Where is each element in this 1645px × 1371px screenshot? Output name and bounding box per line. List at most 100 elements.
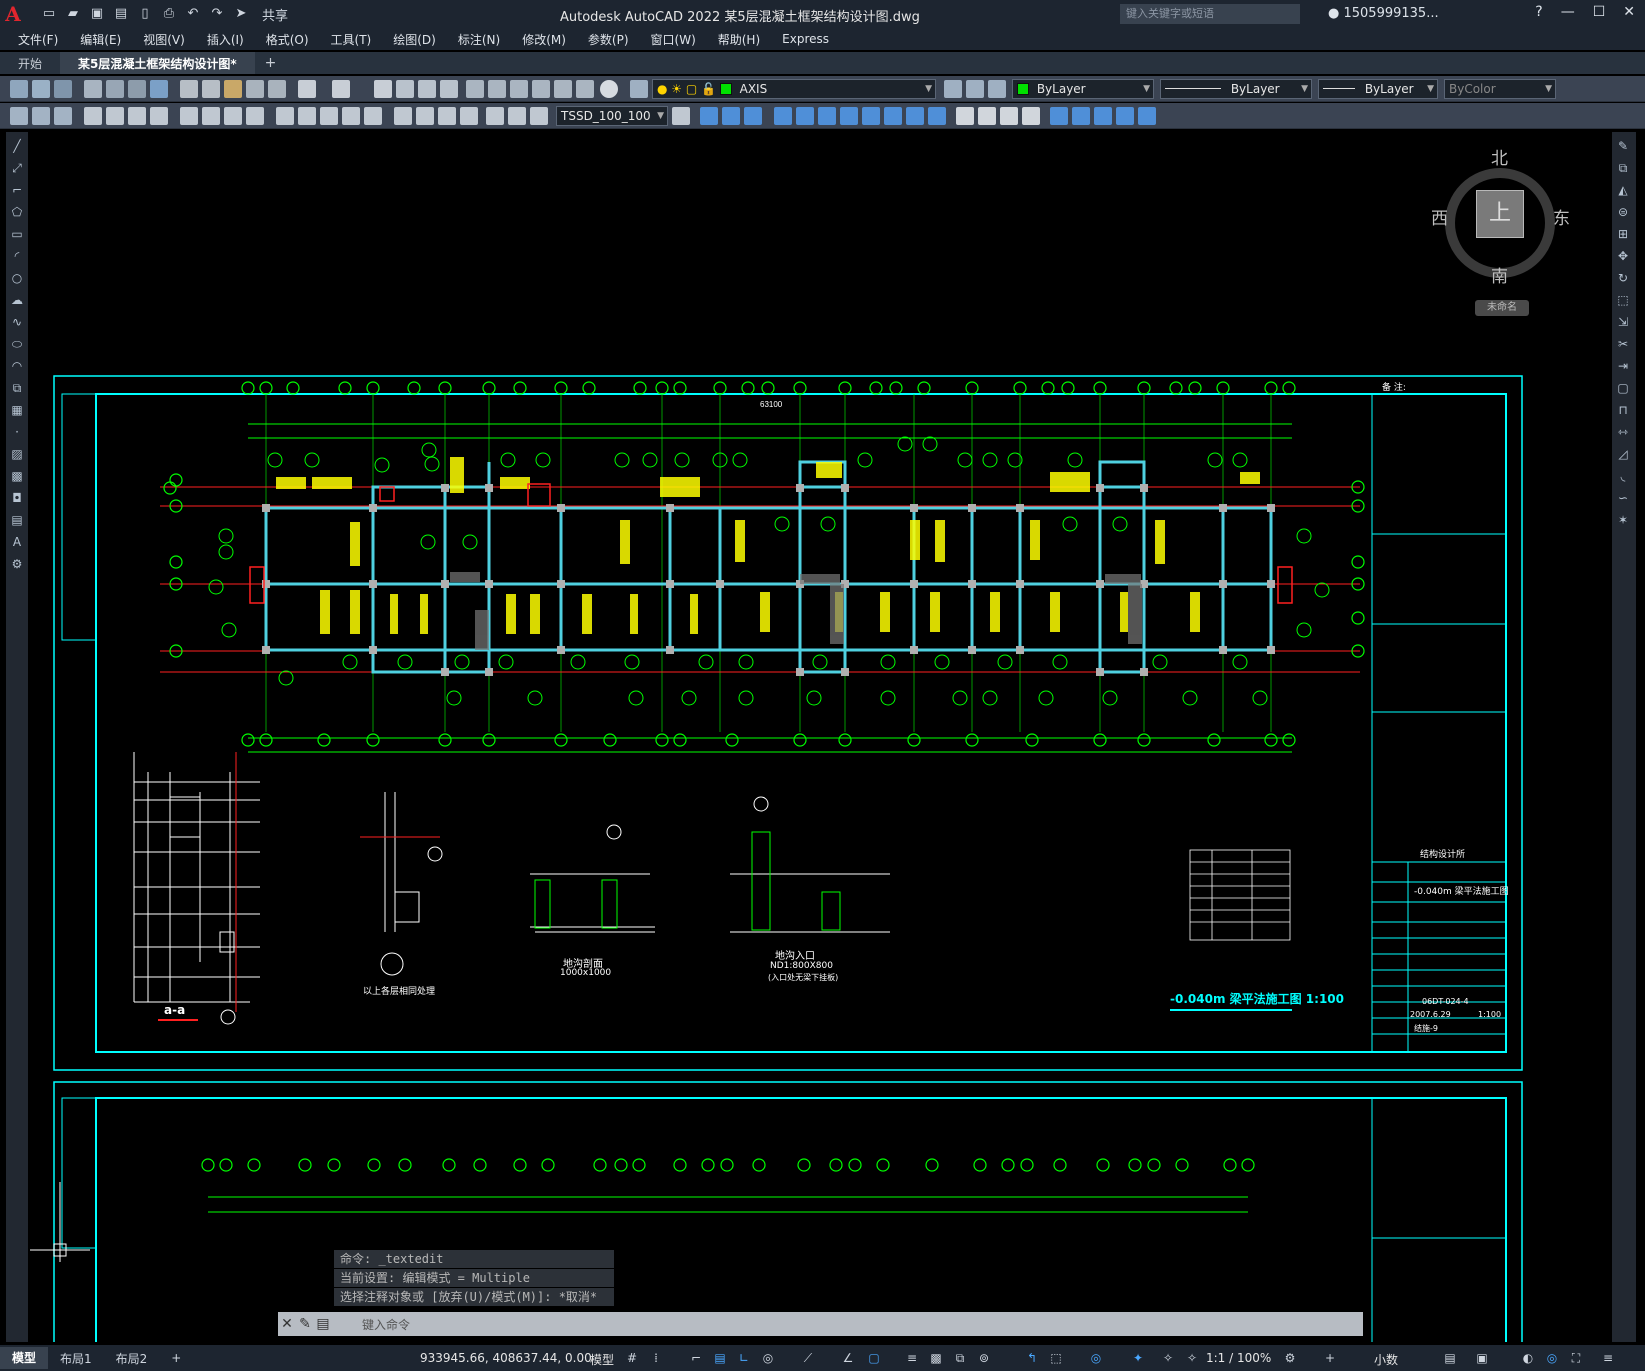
save-as-icon[interactable]: ▤ [112, 5, 130, 23]
zoom-window-icon[interactable] [418, 80, 436, 98]
grid-icon[interactable]: # [624, 1350, 640, 1366]
revcloud-icon[interactable]: ☁ [9, 292, 25, 308]
new-tab-button[interactable]: + [255, 52, 287, 74]
preview-icon[interactable] [106, 80, 124, 98]
close-icon[interactable]: ✕ [1623, 4, 1635, 20]
annotation-scale-value[interactable]: 1:1 / 100% [1206, 1351, 1271, 1365]
help-tool-icon[interactable] [600, 80, 618, 98]
plot-tool-icon[interactable] [84, 80, 102, 98]
menu-format[interactable]: 格式(O) [256, 31, 319, 48]
make-current-icon[interactable] [944, 80, 962, 98]
polygon-icon[interactable]: ⬠ [9, 204, 25, 220]
copy-object-icon[interactable]: ⧉ [1615, 160, 1631, 176]
customization-icon[interactable]: ≡ [1600, 1350, 1616, 1366]
plotstyle-dropdown[interactable]: ByColor ▼ [1444, 79, 1556, 99]
circle-icon[interactable]: ○ [9, 270, 25, 286]
new-file-icon[interactable]: ▭ [40, 5, 58, 23]
rotate-icon[interactable]: ↻ [1615, 270, 1631, 286]
dim-arc-icon[interactable] [128, 107, 146, 125]
layer-state-icon[interactable] [988, 80, 1006, 98]
region-icon[interactable]: ◘ [9, 490, 25, 506]
dim-radius-icon[interactable] [180, 107, 198, 125]
copy-icon[interactable] [202, 80, 220, 98]
break-point-icon[interactable]: ▢ [1615, 380, 1631, 396]
ucs-view-icon[interactable] [818, 107, 836, 125]
view-left-icon[interactable] [1094, 107, 1112, 125]
qsave-icon[interactable] [54, 80, 72, 98]
block-editor-icon[interactable] [268, 80, 286, 98]
gizmo-icon[interactable]: ◎ [1088, 1350, 1104, 1366]
ucs-x-icon[interactable] [906, 107, 924, 125]
menu-tools[interactable]: 工具(T) [321, 31, 382, 48]
ucs-y-icon[interactable] [928, 107, 946, 125]
zoom-previous-icon[interactable] [440, 80, 458, 98]
tab-drawing[interactable]: 某5层混凝土框架结构设计图* [60, 52, 255, 74]
properties-icon[interactable] [466, 80, 484, 98]
realistic-icon[interactable] [1022, 107, 1040, 125]
infer-icon[interactable]: ⌐ [688, 1350, 704, 1366]
compass-north[interactable]: 北 [1491, 144, 1508, 169]
jogged-linear-icon[interactable] [460, 107, 478, 125]
dim-angular-icon[interactable] [246, 107, 264, 125]
dim-edit-icon[interactable] [486, 107, 504, 125]
join-icon[interactable]: ⇿ [1615, 424, 1631, 440]
view-bottom-icon[interactable] [1072, 107, 1090, 125]
dim-style-manager-icon[interactable] [672, 107, 690, 125]
ucs-3point-icon[interactable] [884, 107, 902, 125]
snap-icon[interactable]: ⁞ [648, 1350, 664, 1366]
menu-dimension[interactable]: 标注(N) [448, 31, 510, 48]
redo-tool-icon[interactable] [332, 80, 350, 98]
spline-icon[interactable]: ∿ [9, 314, 25, 330]
dim-ordinate-icon[interactable] [150, 107, 168, 125]
explode-icon[interactable]: ✶ [1615, 512, 1631, 528]
open-folder-icon[interactable]: ▰ [64, 5, 82, 23]
menu-file[interactable]: 文件(F) [8, 31, 68, 48]
calculator-icon[interactable] [576, 80, 594, 98]
fillet-icon[interactable]: ◟ [1615, 468, 1631, 484]
menu-draw[interactable]: 绘图(D) [383, 31, 446, 48]
annotation-visibility-icon[interactable]: ✦ [1130, 1350, 1146, 1366]
ucs-previous-icon[interactable] [744, 107, 762, 125]
workspace-icon[interactable] [10, 107, 28, 125]
redo-icon[interactable]: ↷ [208, 5, 226, 23]
hidden-icon[interactable] [1000, 107, 1018, 125]
break-icon[interactable]: ⊓ [1615, 402, 1631, 418]
maximize-icon[interactable]: ☐ [1593, 4, 1606, 20]
otrack-icon[interactable]: ∠ [840, 1350, 856, 1366]
ucs-face-icon[interactable] [774, 107, 792, 125]
ucs-world-icon[interactable] [722, 107, 740, 125]
user-account[interactable]: ● 1505999135... [1328, 6, 1439, 21]
menu-insert[interactable]: 插入(I) [197, 31, 254, 48]
quick-dim-icon[interactable] [276, 107, 294, 125]
tab-start[interactable]: 开始 [0, 52, 60, 74]
view-right-icon[interactable] [1116, 107, 1134, 125]
layout-tab-model[interactable]: 模型 [0, 1347, 49, 1369]
isolate-objects-icon[interactable]: ◐ [1520, 1350, 1536, 1366]
dimstyle-dropdown[interactable]: TSSD_100_100 ▼ [556, 106, 668, 126]
share-label[interactable]: 共享 [262, 5, 288, 24]
tool-palettes-icon[interactable] [510, 80, 528, 98]
gradient-icon[interactable]: ▩ [9, 468, 25, 484]
style-icon[interactable] [54, 107, 72, 125]
layer-previous-icon[interactable] [966, 80, 984, 98]
qnew-icon[interactable] [10, 80, 28, 98]
cursor-coordinates[interactable]: 933945.66, 408637.44, 0.00 [420, 1351, 592, 1365]
help-icon[interactable]: ? [1535, 4, 1542, 20]
dim-jogged-icon[interactable] [202, 107, 220, 125]
view-top-icon[interactable] [1050, 107, 1068, 125]
compass-east[interactable]: 东 [1553, 204, 1570, 229]
viewcube-top-face[interactable]: 上 [1476, 190, 1524, 238]
ellipse-icon[interactable]: ⬭ [9, 336, 25, 352]
visual-style-icon[interactable] [956, 107, 974, 125]
undo-tool-icon[interactable] [298, 80, 316, 98]
transparency-icon[interactable]: ▩ [928, 1350, 944, 1366]
array-icon[interactable]: ⊞ [1615, 226, 1631, 242]
layout-tab-2[interactable]: 布局2 [104, 1350, 160, 1367]
edit-icon[interactable] [32, 107, 50, 125]
quick-properties-icon[interactable]: ▤ [1442, 1350, 1458, 1366]
command-line[interactable]: ✕ ✎ ▤ 键入命令 [278, 1312, 1363, 1336]
stretch-icon[interactable]: ⇲ [1615, 314, 1631, 330]
viewcube[interactable]: 上 北 南 西 东 未命名 [1431, 149, 1570, 316]
annotation-scale-icon[interactable]: ✧ [1184, 1350, 1200, 1366]
erase-icon[interactable]: ✎ [1615, 138, 1631, 154]
